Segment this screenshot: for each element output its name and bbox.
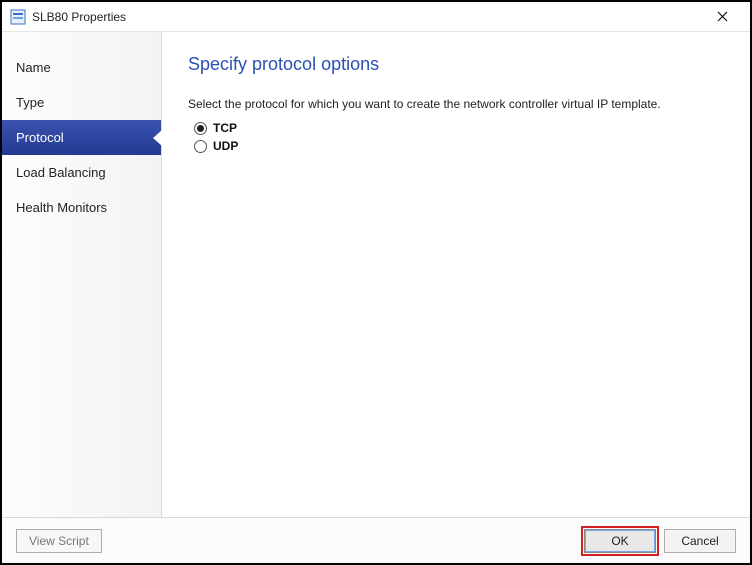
protocol-option-udp[interactable]: UDP: [188, 139, 724, 153]
sidebar-nav: Name Type Protocol Load Balancing Health…: [2, 32, 162, 517]
sidebar-item-label: Name: [16, 60, 51, 75]
sidebar-item-name[interactable]: Name: [2, 50, 161, 85]
dialog-window: SLB80 Properties Name Type Protocol L: [0, 0, 752, 565]
dialog-body: Name Type Protocol Load Balancing Health…: [2, 32, 750, 517]
content-pane: Specify protocol options Select the prot…: [162, 32, 750, 517]
close-button[interactable]: [702, 3, 742, 31]
sidebar-item-health-monitors[interactable]: Health Monitors: [2, 190, 161, 225]
radio-label: TCP: [213, 121, 237, 135]
ok-button[interactable]: OK: [584, 529, 656, 553]
sidebar-item-load-balancing[interactable]: Load Balancing: [2, 155, 161, 190]
window-title: SLB80 Properties: [32, 10, 126, 24]
page-heading: Specify protocol options: [188, 54, 724, 75]
sidebar-item-protocol[interactable]: Protocol: [2, 120, 161, 155]
app-icon: [10, 9, 26, 25]
sidebar-item-label: Health Monitors: [16, 200, 107, 215]
dialog-footer: View Script OK Cancel: [2, 517, 750, 563]
page-description: Select the protocol for which you want t…: [188, 97, 724, 111]
title-bar: SLB80 Properties: [2, 2, 750, 32]
close-icon: [717, 9, 728, 25]
sidebar-item-type[interactable]: Type: [2, 85, 161, 120]
protocol-option-tcp[interactable]: TCP: [188, 121, 724, 135]
sidebar-item-label: Type: [16, 95, 44, 110]
radio-icon: [194, 122, 207, 135]
radio-icon: [194, 140, 207, 153]
sidebar-item-label: Load Balancing: [16, 165, 106, 180]
view-script-button[interactable]: View Script: [16, 529, 102, 553]
cancel-button[interactable]: Cancel: [664, 529, 736, 553]
radio-label: UDP: [213, 139, 238, 153]
sidebar-item-label: Protocol: [16, 130, 64, 145]
